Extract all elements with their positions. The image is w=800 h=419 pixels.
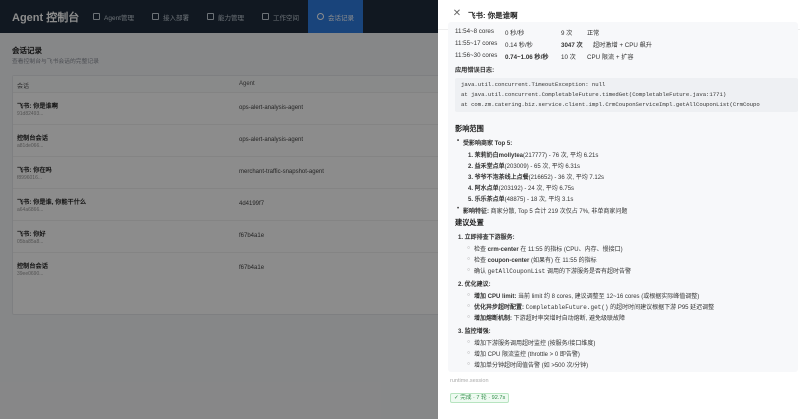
list-item: 增加单分钟超时阈值告警 (如 >500 次/分钟) xyxy=(467,360,588,370)
top5-label: 受影响商家 Top 5: xyxy=(457,138,512,147)
error-log-code: java.util.concurrent.TimeoutException: n… xyxy=(455,78,798,112)
metric-row: 11:55~17 cores 0.14 秒/秒 3047 次 超时激增 + CP… xyxy=(455,40,652,49)
list-item: 确认 getAllCouponList 调用的下游服务是否有超时告警 xyxy=(467,266,631,276)
list-item: 4. 阿水点单(203192) - 24 次, 平均 6.75s xyxy=(468,186,575,192)
impact-feature: 影响特征: 商家分散, Top 5 合计 219 次仅占 7%, 非单商家问题 xyxy=(457,206,627,215)
list-item: 5. 乐乐茶点单(48875) - 18 次, 平均 3.1s xyxy=(468,197,574,203)
list-item: 1. 茉莉奶白mollytea(217777) - 76 次, 平均 6.21s xyxy=(468,153,599,159)
metric-row: 11:56~30 cores 0.74~1.06 秒/秒 10 次 CPU 限流… xyxy=(455,52,634,61)
runtime-label: runtime.session xyxy=(450,378,489,384)
drawer-title: 飞书: 你是谁啊 xyxy=(468,11,518,20)
list-item: 检查 coupon-center (如果有) 在 11:55 的指标 xyxy=(467,255,597,265)
list-item: 增加下游服务调用超时监控 (按服务/接口维度) xyxy=(467,338,595,348)
list-item: 2. 益禾堂点单(203009) - 65 次, 平均 6.31s xyxy=(468,164,581,170)
status-badge: ✓ 完成 · 7 轮 · 92.7s xyxy=(450,393,510,403)
metric-row: 11:54~8 cores 0 秒/秒 9 次 正常 xyxy=(455,28,600,37)
list-item: 3. 爷爷不泡茶线上点餐(216652) - 36 次, 平均 7.12s xyxy=(468,175,605,181)
advice-section-title: 2. 优化建议: xyxy=(458,282,491,288)
close-icon[interactable]: ✕ xyxy=(452,9,462,19)
advice-heading: 建议处置 xyxy=(455,218,484,227)
list-item: 增加 CPU 限流监控 (throttle > 0 即告警) xyxy=(467,349,580,359)
advice-section-title: 3. 监控增强: xyxy=(458,329,491,335)
list-item: 优化异步超时配置: CompletableFuture.get() 的超时时间建… xyxy=(467,302,714,312)
session-drawer: ✕ 飞书: 你是谁啊 11:54~8 cores 0 秒/秒 9 次 正常 11… xyxy=(438,0,800,419)
message-card: 11:54~8 cores 0 秒/秒 9 次 正常 11:55~17 core… xyxy=(448,22,798,372)
list-item: 增加熔断机制: 下游超时率突增时自动熔断, 避免级联故障 xyxy=(467,313,625,323)
list-item: 增加 CPU limit: 当前 limit 约 8 cores, 建议调整至 … xyxy=(467,291,699,301)
log-heading: 应用错误日志: xyxy=(455,67,495,74)
impact-heading: 影响范围 xyxy=(455,124,484,133)
list-item: 检查 crm-center 在 11:55 的指标 (CPU、内存、慢接口) xyxy=(467,244,623,254)
advice-section-title: 1. 立即排查下游服务: xyxy=(458,235,515,241)
